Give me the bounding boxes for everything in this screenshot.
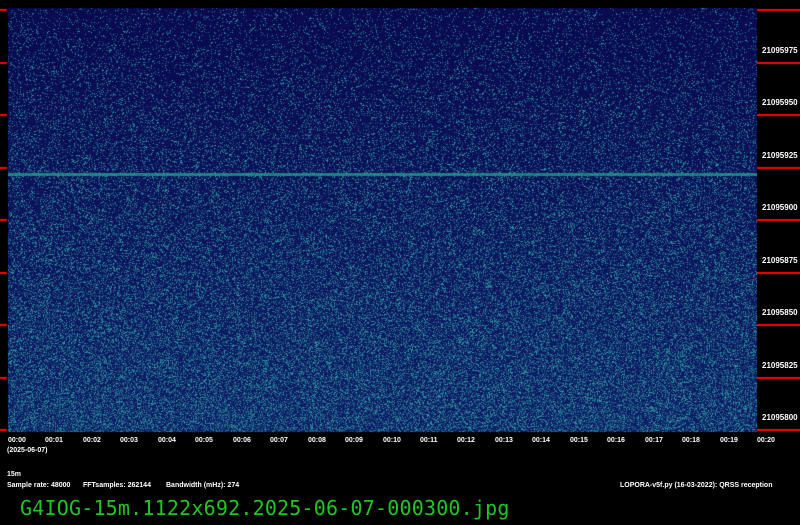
x-tick-label: 00:06 — [233, 437, 251, 444]
x-tick-label: 00:09 — [345, 437, 363, 444]
x-tick-label: 00:12 — [457, 437, 475, 444]
y-tick-label: 21095825 — [762, 361, 798, 370]
x-tick-label: 00:14 — [532, 437, 550, 444]
x-tick-label: 00:07 — [270, 437, 288, 444]
x-tick-label: 00:16 — [607, 437, 625, 444]
spectrogram-canvas — [0, 0, 800, 525]
x-tick-label: 00:11 — [420, 437, 438, 444]
x-tick-label: 00:17 — [645, 437, 663, 444]
y-tick-label: 21096000 — [762, 0, 798, 3]
y-tick-label: 21095950 — [762, 98, 798, 107]
x-tick-label: 00:00 — [8, 437, 26, 444]
software-label: LOPORA-v5f.py (16-03-2022): QRSS recepti… — [620, 482, 773, 489]
x-tick-label: 00:20 — [757, 437, 775, 444]
x-tick-label: 00:03 — [120, 437, 138, 444]
x-tick-label: 00:02 — [83, 437, 101, 444]
y-tick-label: 21095875 — [762, 256, 798, 265]
x-tick-label: 00:15 — [570, 437, 588, 444]
date-label: (2025-06-07) — [7, 447, 48, 454]
x-tick-label: 00:04 — [158, 437, 176, 444]
band-label: 15m — [7, 471, 22, 478]
x-tick-label: 00:18 — [682, 437, 700, 444]
sample-rate-label: Sample rate: 48000 — [7, 482, 71, 489]
y-tick-label: 21095925 — [762, 151, 798, 160]
x-tick-label: 00:13 — [495, 437, 513, 444]
x-tick-label: 00:01 — [45, 437, 63, 444]
fft-samples-label: FFTsamples: 262144 — [83, 482, 151, 489]
filename-title: G4IOG-15m.1122x692.2025-06-07-000300.jpg — [20, 496, 510, 520]
x-tick-label: 00:05 — [195, 437, 213, 444]
y-tick-label: 21095850 — [762, 308, 798, 317]
bandwidth-label: Bandwidth (mHz): 274 — [166, 482, 240, 489]
y-tick-label: 21095900 — [762, 203, 798, 212]
y-tick-label: 21095800 — [762, 413, 798, 422]
x-tick-label: 00:08 — [308, 437, 326, 444]
x-tick-label: 00:10 — [383, 437, 401, 444]
y-tick-label: 21095975 — [762, 46, 798, 55]
x-tick-label: 00:19 — [720, 437, 738, 444]
